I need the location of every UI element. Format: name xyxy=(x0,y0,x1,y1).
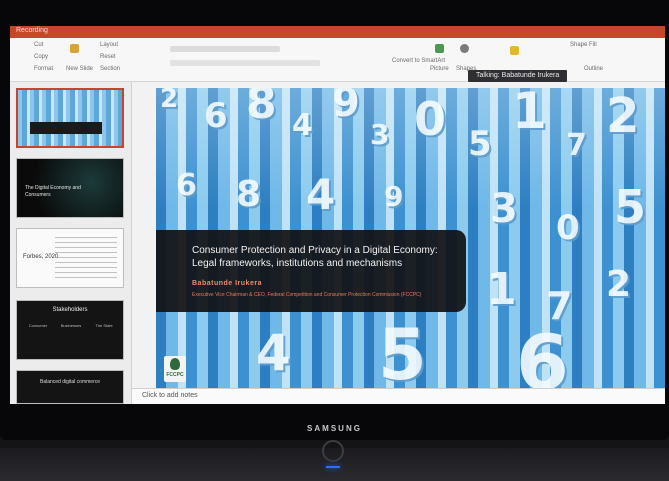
slide-digit: 1 xyxy=(486,264,517,315)
format-painter-button[interactable]: Format xyxy=(34,66,53,72)
slide-digit: 4 xyxy=(306,170,336,219)
thumb-label: The Digital Economy and Consumers xyxy=(25,185,81,198)
slide-thumbnail-1[interactable] xyxy=(16,88,124,148)
slide-thumbnail-3[interactable]: Forbes, 2020 xyxy=(16,228,124,288)
picture-button[interactable]: Picture xyxy=(430,66,449,72)
thumb-caption-bar xyxy=(30,122,102,134)
slide-digit: 2 xyxy=(606,88,640,144)
app-title: Recording xyxy=(16,27,48,34)
power-led-icon xyxy=(326,466,340,468)
cut-button[interactable]: Cut xyxy=(34,42,43,48)
thumb-label: Balanced digital commerce xyxy=(39,379,101,385)
new-slide-icon xyxy=(70,44,79,53)
fccpc-logo: FCCPC xyxy=(164,356,186,382)
outline-button[interactable]: Outline xyxy=(584,66,603,72)
shape-fill-button[interactable]: Shape Fill xyxy=(570,42,597,48)
slide-digit: 2 xyxy=(606,264,632,305)
reset-button[interactable]: Reset xyxy=(100,54,116,60)
slide-digit: 3 xyxy=(370,118,390,151)
title-box[interactable]: Consumer Protection and Privacy in a Dig… xyxy=(156,230,466,312)
logo-text: FCCPC xyxy=(166,372,184,378)
screen: Recording Cut Copy Format New Slide Layo… xyxy=(10,26,665,404)
slide-digit: 9 xyxy=(384,180,404,213)
slide-title: Consumer Protection and Privacy in a Dig… xyxy=(192,245,438,269)
layout-button[interactable]: Layout xyxy=(100,42,118,48)
picture-icon xyxy=(435,44,444,53)
slide-digit: 6 xyxy=(204,96,228,136)
seal-icon xyxy=(170,358,180,370)
slide-digit: 9 xyxy=(332,88,360,126)
shapes-icon xyxy=(460,44,469,53)
slide-digit: 8 xyxy=(236,174,262,215)
slide-author: Babatunde Irukera xyxy=(192,280,262,287)
section-button[interactable]: Section xyxy=(100,66,120,72)
thumb-column: Consumer xyxy=(28,323,48,328)
slide-digit: 8 xyxy=(246,88,277,129)
slide-digit: 7 xyxy=(566,128,587,163)
slide-digit: 0 xyxy=(414,92,447,146)
slide-digit: 1 xyxy=(512,88,547,140)
slide-digit: 0 xyxy=(556,208,580,248)
thumb-label: Forbes, 2020 xyxy=(23,254,59,260)
slide-digit: 2 xyxy=(160,88,179,114)
slide-thumbnail-2[interactable]: The Digital Economy and Consumers xyxy=(16,158,124,218)
slide-digit: 6 xyxy=(516,318,569,388)
slide-digit: 3 xyxy=(490,186,518,232)
slide-thumbnail-4[interactable]: Stakeholders Consumer Businesses The Sta… xyxy=(16,300,124,360)
notes-pane[interactable]: Click to add notes xyxy=(132,388,665,404)
slide-digit: 5 xyxy=(468,124,492,164)
slide-digit: 4 xyxy=(256,324,291,382)
slide-digit: 4 xyxy=(292,108,313,143)
thumb-column: Businesses xyxy=(60,323,82,328)
new-slide-button[interactable]: New Slide xyxy=(66,66,93,72)
thumb-text-lines xyxy=(55,237,117,279)
power-button-icon[interactable] xyxy=(322,440,344,462)
thumb-label: Stakeholders xyxy=(52,307,88,313)
monitor-brand-logo: SAMSUNG xyxy=(307,424,362,433)
slide-digit: 5 xyxy=(614,180,647,234)
slide-thumbnail-panel: The Digital Economy and Consumers Forbes… xyxy=(10,82,132,404)
arrange-icon xyxy=(510,46,519,55)
convert-smartart-button[interactable]: Convert to SmartArt xyxy=(392,58,445,64)
font-controls[interactable] xyxy=(170,46,280,52)
main-slide[interactable]: 2 6 8 4 9 3 0 5 1 7 2 6 8 4 9 3 0 5 1 7 … xyxy=(156,88,665,388)
title-bar: Recording xyxy=(10,26,665,38)
notes-placeholder: Click to add notes xyxy=(142,392,198,399)
slide-author-role: Executive Vice Chairman & CEO, Federal C… xyxy=(192,292,422,298)
slide-digit: 5 xyxy=(378,314,427,388)
slide-digit: 6 xyxy=(176,168,197,203)
talking-indicator: Talking: Babatunde Irukera xyxy=(468,70,568,82)
paragraph-controls[interactable] xyxy=(170,60,320,66)
copy-button[interactable]: Copy xyxy=(34,54,48,60)
thumb-column: The State xyxy=(95,323,113,328)
slide-thumbnail-5[interactable]: Balanced digital commerce xyxy=(16,370,124,404)
thumb-columns: Consumer Businesses The State xyxy=(23,323,119,353)
